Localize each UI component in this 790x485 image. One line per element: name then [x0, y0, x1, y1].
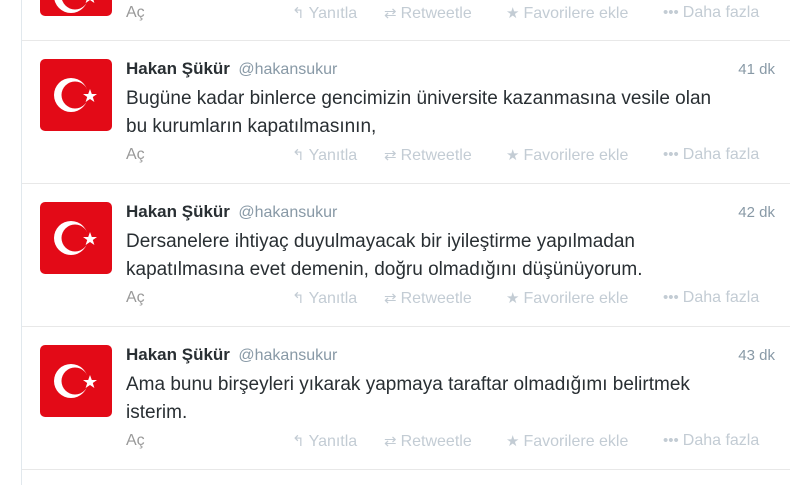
timestamp[interactable]: 41 dk	[738, 61, 775, 78]
retweet-button[interactable]: ⇄ Retweetle	[384, 4, 472, 23]
reply-label: Yanıtla	[308, 5, 358, 22]
tweet-actions: Aç ↰ Yanıtla ⇄ Retweetle ★ Favorilere ekle …	[126, 289, 775, 311]
retweet-icon: ⇄	[384, 5, 397, 22]
username[interactable]: @hakansukur	[238, 347, 337, 364]
tweet-actions: Aç ↰ Yanıtla ⇄ Retweetle ★ Favorilere ekle …	[126, 4, 775, 26]
favorite-button[interactable]: ★ Favorilere ekle	[506, 146, 628, 165]
avatar[interactable]	[40, 59, 112, 131]
fullname[interactable]: Hakan Şükür	[126, 59, 230, 78]
retweet-label: Retweetle	[400, 433, 472, 450]
retweet-label: Retweetle	[400, 5, 472, 22]
retweet-button[interactable]: ⇄ Retweetle	[384, 432, 472, 451]
more-button[interactable]: ••• Daha fazla	[663, 146, 759, 164]
ellipsis-icon: •••	[663, 432, 679, 449]
reply-label: Yanıtla	[308, 290, 358, 307]
tweet-text-line: Bugüne kadar binlerce gencimizin ünivers…	[126, 88, 712, 109]
tweet-actions: Aç ↰ Yanıtla ⇄ Retweetle ★ Favorilere ekle …	[126, 146, 775, 168]
tweet-header: Hakan Şükür @hakansukur 41 dk	[126, 59, 775, 83]
reply-button[interactable]: ↰ Yanıtla	[292, 289, 357, 308]
tweet-header: Hakan Şükür @hakansukur 42 dk	[126, 202, 775, 226]
reply-icon: ↰	[292, 290, 305, 307]
tweet[interactable]: Hakan Şükür @hakansukur 42 dk Dersaneler…	[22, 184, 790, 327]
expand-link[interactable]: Aç	[126, 432, 145, 450]
reply-button[interactable]: ↰ Yanıtla	[292, 146, 357, 165]
more-button[interactable]: ••• Daha fazla	[663, 289, 759, 307]
favorite-label: Favorilere ekle	[523, 5, 629, 22]
favorite-button[interactable]: ★ Favorilere ekle	[506, 432, 628, 451]
tweet-text-line: isterim.	[126, 402, 188, 423]
ellipsis-icon: •••	[663, 4, 679, 21]
fullname[interactable]: Hakan Şükür	[126, 345, 230, 364]
retweet-button[interactable]: ⇄ Retweetle	[384, 146, 472, 165]
retweet-label: Retweetle	[400, 147, 472, 164]
avatar[interactable]	[40, 345, 112, 417]
tweet-text-line: bu kurumların kapatılmasının,	[126, 116, 377, 137]
ellipsis-icon: •••	[663, 289, 679, 306]
retweet-icon: ⇄	[384, 290, 397, 307]
tweet[interactable]: Hakan Şükür @hakansukur 43 dk Ama bunu b…	[22, 327, 790, 470]
star-icon: ★	[506, 433, 520, 450]
avatar[interactable]	[40, 202, 112, 274]
tweet-text: Dersanelere ihtiyaç duyulmayacak bir iyi…	[126, 228, 776, 284]
tweet-actions: Aç ↰ Yanıtla ⇄ Retweetle ★ Favorilere ekle …	[126, 432, 775, 454]
fullname[interactable]: Hakan Şükür	[126, 202, 230, 221]
more-label: Daha fazla	[682, 4, 760, 21]
retweet-label: Retweetle	[400, 290, 472, 307]
reply-label: Yanıtla	[308, 433, 358, 450]
retweet-button[interactable]: ⇄ Retweetle	[384, 289, 472, 308]
favorite-label: Favorilere ekle	[523, 147, 629, 164]
username[interactable]: @hakansukur	[238, 61, 337, 78]
tweet-partial[interactable]: Aç ↰ Yanıtla ⇄ Retweetle ★ Favorilere ekle …	[22, 0, 790, 41]
reply-icon: ↰	[292, 5, 305, 22]
expand-link[interactable]: Aç	[126, 289, 145, 307]
favorite-button[interactable]: ★ Favorilere ekle	[506, 289, 628, 308]
timestamp[interactable]: 43 dk	[738, 347, 775, 364]
expand-link[interactable]: Aç	[126, 146, 145, 164]
favorite-label: Favorilere ekle	[523, 433, 629, 450]
reply-button[interactable]: ↰ Yanıtla	[292, 4, 357, 23]
more-button[interactable]: ••• Daha fazla	[663, 432, 759, 450]
username[interactable]: @hakansukur	[238, 204, 337, 221]
tweet-text: Bugüne kadar binlerce gencimizin ünivers…	[126, 85, 776, 141]
ellipsis-icon: •••	[663, 146, 679, 163]
favorite-label: Favorilere ekle	[523, 290, 629, 307]
tweet-text-line: Ama bunu birşeyleri yıkarak yapmaya tara…	[126, 374, 690, 395]
more-label: Daha fazla	[682, 432, 760, 449]
retweet-icon: ⇄	[384, 433, 397, 450]
reply-button[interactable]: ↰ Yanıtla	[292, 432, 357, 451]
retweet-icon: ⇄	[384, 147, 397, 164]
more-label: Daha fazla	[682, 146, 760, 163]
favorite-button[interactable]: ★ Favorilere ekle	[506, 4, 628, 23]
reply-icon: ↰	[292, 147, 305, 164]
tweet-text-line: Dersanelere ihtiyaç duyulmayacak bir iyi…	[126, 231, 635, 252]
reply-label: Yanıtla	[308, 147, 358, 164]
timestamp[interactable]: 42 dk	[738, 204, 775, 221]
star-icon: ★	[506, 147, 520, 164]
more-button[interactable]: ••• Daha fazla	[663, 4, 759, 22]
tweet-timeline: Aç ↰ Yanıtla ⇄ Retweetle ★ Favorilere ekle …	[21, 0, 790, 485]
reply-icon: ↰	[292, 433, 305, 450]
tweet-text: Ama bunu birşeyleri yıkarak yapmaya tara…	[126, 371, 776, 427]
more-label: Daha fazla	[682, 289, 760, 306]
avatar[interactable]	[40, 0, 112, 16]
tweet-header: Hakan Şükür @hakansukur 43 dk	[126, 345, 775, 369]
star-icon: ★	[506, 290, 520, 307]
star-icon: ★	[506, 5, 520, 22]
tweet-text-line: kapatılmasına evet demenin, doğru olmadı…	[126, 259, 643, 280]
expand-link[interactable]: Aç	[126, 4, 145, 22]
tweet[interactable]: Hakan Şükür @hakansukur 41 dk Bugüne kad…	[22, 41, 790, 184]
